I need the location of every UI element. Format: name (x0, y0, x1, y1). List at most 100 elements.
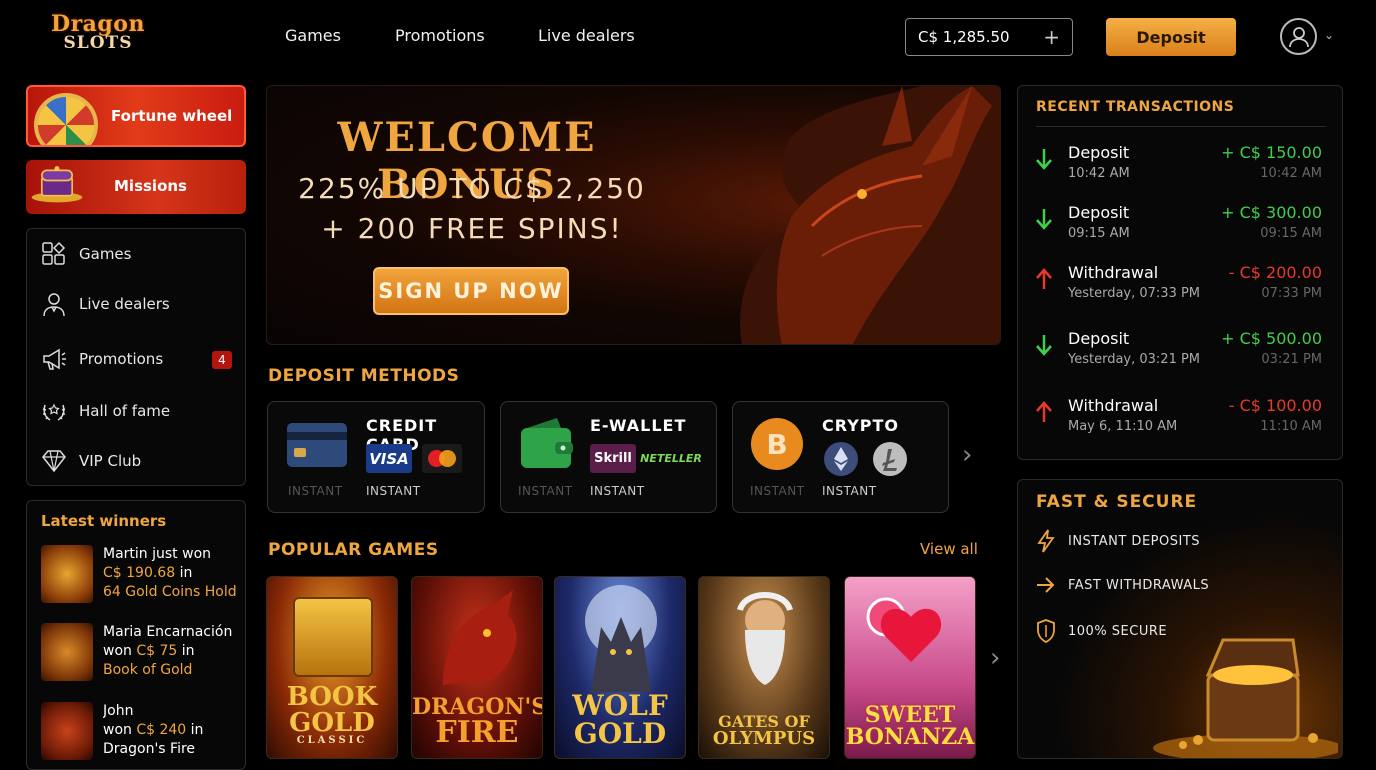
sidebar-item-live-dealers[interactable]: Live dealers (41, 291, 170, 317)
instant-tag-faded: INSTANT (750, 484, 805, 498)
game-tile-book-of-gold[interactable]: BOOK GOLD CLASSIC (266, 576, 398, 759)
recent-transactions-panel: RECENT TRANSACTIONS Deposit 10:42 AM + C… (1017, 85, 1343, 460)
fast-secure-panel: FAST & SECURE INSTANT DEPOSITS FAST WITH… (1017, 479, 1343, 759)
missions-button[interactable]: Missions (26, 160, 246, 214)
fortune-wheel-button[interactable]: Fortune wheel (26, 85, 246, 147)
dragon-illustration (740, 86, 1000, 344)
nav-promotions[interactable]: Promotions (395, 26, 485, 45)
skrill-logo: Skrill (590, 444, 636, 473)
wallet-icon (521, 418, 573, 468)
instant-tag-faded: INSTANT (518, 484, 573, 498)
transaction-row[interactable]: Deposit 10:42 AM + C$ 150.00 10:42 AM (1018, 143, 1344, 193)
transaction-amount: + C$ 500.00 (1221, 329, 1322, 348)
transaction-row[interactable]: Withdrawal Yesterday, 07:33 PM - C$ 200.… (1018, 263, 1344, 313)
transaction-time: 09:15 AM (1068, 226, 1130, 241)
instant-tag: INSTANT (590, 484, 645, 498)
transaction-type: Deposit (1068, 329, 1130, 348)
diamond-icon (42, 450, 66, 473)
game-tile-gates-of-olympus[interactable]: GATES OF OLYMPUS (698, 576, 830, 759)
transaction-amount: - C$ 100.00 (1228, 396, 1322, 415)
chevron-right-icon[interactable]: › (990, 643, 1000, 673)
feature-instant-deposits: INSTANT DEPOSITS (1036, 529, 1200, 553)
instant-tag-faded: INSTANT (288, 484, 343, 498)
sidebar-item-promotions[interactable]: Promotions (41, 346, 163, 372)
lightning-icon (1037, 529, 1055, 553)
dragon-head-icon (443, 590, 517, 685)
promotions-count-badge: 4 (212, 351, 232, 369)
game-title: DRAGON'S FIRE (412, 694, 543, 750)
deposit-button[interactable]: Deposit (1106, 18, 1236, 56)
logo[interactable]: Dragon SLOTS (44, 13, 152, 59)
transaction-row[interactable]: Withdrawal May 6, 11:10 AM - C$ 100.00 1… (1018, 396, 1344, 446)
zeus-icon (737, 592, 793, 685)
game-tile-wolf-gold[interactable]: WOLF GOLD (554, 576, 686, 759)
arrow-down-icon (1036, 209, 1052, 230)
user-avatar-icon[interactable] (1280, 18, 1317, 55)
latest-winners-panel: Latest winners Martin just won C$ 190.68… (26, 500, 246, 770)
sidebar-item-games[interactable]: Games (41, 241, 131, 267)
arrow-up-icon (1036, 401, 1052, 422)
arrow-up-icon (1036, 268, 1052, 289)
winner-row[interactable]: Martin just won C$ 190.68 in 64 Gold Coi… (41, 545, 245, 605)
live-dealer-icon (43, 293, 65, 317)
transaction-time-right: 11:10 AM (1260, 419, 1322, 434)
transaction-time: May 6, 11:10 AM (1068, 419, 1178, 434)
hero-offer-line2: + 200 FREE SPINS! (321, 212, 623, 245)
method-name: E-WALLET (590, 416, 687, 435)
game-title: SWEET BONANZA (845, 702, 975, 750)
side-nav: Games Live dealers Promotions 4 Hall of … (26, 228, 246, 486)
nav-games[interactable]: Games (285, 26, 341, 45)
transaction-row[interactable]: Deposit Yesterday, 03:21 PM + C$ 500.00 … (1018, 329, 1344, 379)
svg-text:B: B (766, 428, 787, 461)
sidebar-item-label: VIP Club (79, 452, 142, 470)
view-all-link[interactable]: View all (920, 540, 978, 558)
ethereum-icon (824, 442, 858, 476)
recent-transactions-title: RECENT TRANSACTIONS (1036, 99, 1235, 115)
method-name: CRYPTO (822, 416, 900, 435)
transaction-row[interactable]: Deposit 09:15 AM + C$ 300.00 09:15 AM (1018, 203, 1344, 253)
deposit-method-credit-card[interactable]: CREDIT CARD VISA INSTANT INSTANT (267, 401, 485, 513)
chevron-right-icon[interactable]: › (962, 440, 972, 470)
sidebar-item-hall-of-fame[interactable]: Hall of fame (41, 398, 170, 424)
game-thumbnail-book (41, 623, 93, 681)
game-tile-sweet-bonanza[interactable]: SWEET BONANZA (844, 576, 976, 759)
deposit-method-e-wallet[interactable]: E-WALLET Skrill NETELLER INSTANT INSTANT (500, 401, 717, 513)
balance-display[interactable]: C$ 1,285.50 + (905, 18, 1073, 56)
book-icon (293, 597, 373, 677)
transaction-time: Yesterday, 07:33 PM (1068, 286, 1201, 301)
winner-text: Maria Encarnación won C$ 75 in Book of G… (103, 624, 233, 678)
deposit-methods-title: DEPOSIT METHODS (268, 366, 460, 386)
fortune-wheel-icon (34, 93, 98, 145)
missions-label: Missions (114, 177, 187, 195)
add-funds-icon[interactable]: + (1043, 27, 1060, 47)
sign-up-button[interactable]: SIGN UP NOW (373, 267, 569, 315)
fast-secure-title: FAST & SECURE (1036, 492, 1198, 512)
transaction-time-right: 10:42 AM (1260, 166, 1322, 181)
winner-row[interactable]: Maria Encarnación won C$ 75 in Book of G… (41, 623, 245, 683)
chevron-down-icon[interactable]: ⌄ (1324, 28, 1334, 42)
sidebar-item-label: Games (79, 245, 132, 263)
winner-text: John won C$ 240 in Dragon's Fire (103, 703, 204, 757)
game-title: WOLF GOLD (572, 689, 668, 750)
sidebar-item-label: Promotions (79, 350, 164, 368)
logo-line2: SLOTS (63, 33, 133, 53)
wolf-icon (591, 617, 651, 692)
credit-card-icon (287, 423, 347, 467)
nav-live-dealers[interactable]: Live dealers (538, 26, 635, 45)
game-title: GATES OF OLYMPUS (712, 712, 816, 749)
feature-fast-withdrawals: FAST WITHDRAWALS (1036, 575, 1209, 595)
sidebar-item-vip-club[interactable]: VIP Club (41, 448, 141, 474)
game-tile-dragons-fire[interactable]: DRAGON'S FIRE (411, 576, 543, 759)
welcome-bonus-banner[interactable]: WELCOME BONUS 225% UP TO C$ 2,250 + 200 … (266, 85, 1001, 345)
arrow-right-icon (1037, 577, 1055, 593)
transaction-amount: + C$ 300.00 (1221, 203, 1322, 222)
games-icon (42, 241, 66, 265)
transaction-time-right: 09:15 AM (1260, 226, 1322, 241)
winner-text: Martin just won C$ 190.68 in 64 Gold Coi… (103, 546, 237, 600)
laurel-icon (42, 403, 66, 421)
deposit-method-crypto[interactable]: B CRYPTO INSTANT INSTANT (732, 401, 949, 513)
sidebar-item-label: Hall of fame (79, 402, 171, 420)
transaction-amount: - C$ 200.00 (1228, 263, 1322, 282)
winner-row[interactable]: John won C$ 240 in Dragon's Fire (41, 702, 245, 762)
balance-value: C$ 1,285.50 (918, 28, 1010, 46)
